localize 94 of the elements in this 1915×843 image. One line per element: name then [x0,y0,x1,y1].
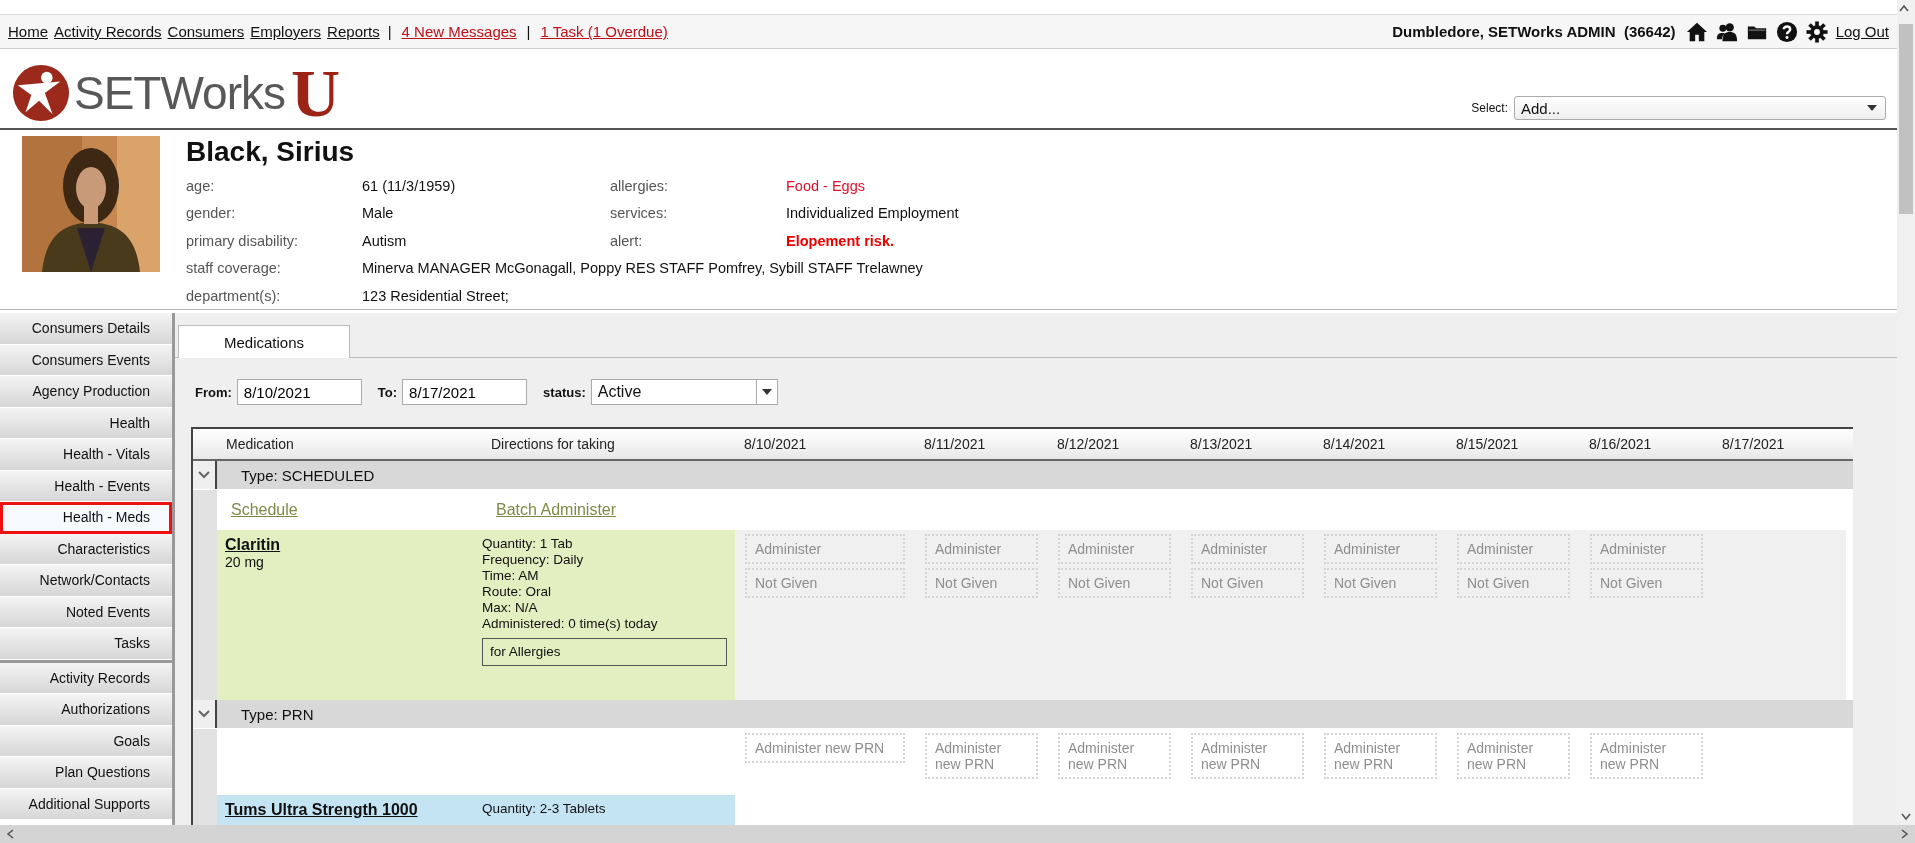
nav-link[interactable]: Employers [250,23,322,40]
direction-text: Frequency: Daily [482,552,585,568]
field-label: alert: [610,232,644,249]
user-name: Dumbledore, SETWorks ADMIN (36642) [1392,23,1676,40]
scroll-thumb[interactable] [1899,24,1913,214]
alert-link[interactable]: 4 New Messages [401,23,517,40]
direction-text: Max: N/A [482,600,539,616]
field-value: 61 (11/3/1959) [362,177,457,194]
field-value: Male [362,205,395,222]
sidebar-item[interactable]: Consumers Events [0,344,172,376]
column-header: 8/15/2021 [1455,436,1520,452]
group-title: Type: SCHEDULED [240,466,376,484]
column-header: 8/17/2021 [1721,436,1786,452]
field-label: staff coverage: [186,260,282,277]
column-header: 8/13/2021 [1189,436,1254,452]
caret-icon [761,389,772,395]
chevron-down-icon [198,471,210,479]
alert-link[interactable]: 1 Task (1 Overdue) [540,23,668,40]
filter-label: To: [377,384,398,400]
sidebar-item[interactable]: Additional Supports [0,788,172,820]
nav-separator: | [526,23,531,40]
sidebar-item[interactable]: Authorizations [0,694,172,726]
nav-separator: | [387,23,392,40]
nav-link[interactable]: Home [8,23,48,40]
column-header: Directions for taking [490,436,616,452]
link[interactable]: Schedule [217,501,482,519]
group-title: Type: PRN [240,705,315,723]
sidebar-item[interactable]: Consumers Details [0,313,172,345]
sidebar-item[interactable]: Goals [0,725,172,757]
column-header: 8/12/2021 [1056,436,1121,452]
direction-text: Time: AM [482,568,540,584]
direction-text: Administered: 0 time(s) today [482,616,659,632]
field-value: Autism [362,232,408,249]
sidebar-item[interactable]: Noted Events [0,596,172,628]
column-header: 8/10/2021 [743,436,808,452]
sidebar-item[interactable]: Tasks [0,628,172,660]
home-icon[interactable] [1685,20,1708,43]
consumer-name: Black, Sirius [186,136,356,168]
group-toggle[interactable] [193,461,217,489]
select-label: Select: [1471,101,1508,115]
medication-name[interactable]: Tums Ultra Strength 1000 [225,801,418,819]
tab[interactable]: Medications [178,325,350,358]
vertical-scrollbar[interactable] [1897,0,1915,825]
column-header: 8/14/2021 [1322,436,1387,452]
group-toggle[interactable] [193,700,217,728]
field-value: Food - Eggs [786,177,866,194]
medication-name[interactable]: Claritin [225,536,281,554]
sidebar-item[interactable]: Network/Contacts [0,565,172,597]
filter-label: From: [195,384,232,400]
help-icon[interactable] [1775,20,1798,43]
column-header: Medication [225,436,295,452]
direction-text: Quantity: 2-3 Tablets [482,801,607,817]
status-dropdown[interactable]: Active [590,379,778,405]
date-field[interactable]: 8/10/2021 [236,379,362,405]
logout-link[interactable]: Log Out [1835,23,1889,40]
logo-letter: U [290,63,341,123]
sidebar-item[interactable]: Health - Events [0,470,172,502]
field-value: Minerva MANAGER McGonagall, Poppy RES STAFF Pomfrey, Sybill STAFF Trelawney [362,260,924,277]
field-label: gender: [186,205,237,222]
field-label: age: [186,177,216,194]
field-value: Individualized Employment [786,205,959,222]
filter-label: status: [543,384,586,400]
logo-text: SETWorks [74,66,285,120]
field-label: services: [610,205,669,222]
note-box: for Allergies [482,638,727,666]
field-label: primary disability: [186,232,299,249]
field-label: allergies: [610,177,670,194]
users-icon[interactable] [1715,20,1738,43]
column-header: 8/11/2021 [923,436,987,452]
column-header: 8/16/2021 [1588,436,1653,452]
sidebar-item[interactable]: Agency Production [0,376,172,408]
chevron-down-icon [198,710,210,718]
sidebar-item[interactable]: Health - Meds [0,502,172,534]
sidebar-item[interactable]: Health [0,407,172,439]
sidebar-item[interactable]: Health - Vitals [0,439,172,471]
nav-link[interactable]: Reports [327,23,380,40]
field-value: Elopement risk. [786,232,895,249]
sidebar-item[interactable]: Characteristics [0,533,172,565]
direction-text: Quantity: 1 Tab [482,536,574,552]
horizontal-scrollbar[interactable] [0,825,1915,843]
add-select-dropdown[interactable]: Add... [1514,96,1886,120]
nav-link[interactable]: Consumers [167,23,245,40]
settings-icon[interactable] [1805,20,1828,43]
medication-dose: 20 mg [225,554,265,570]
caret-icon [1867,105,1877,111]
field-label: department(s): [186,287,282,304]
direction-text: Route: Oral [482,584,553,600]
link[interactable]: Batch Administer [482,501,735,519]
field-value: 123 Residential Street; [362,287,510,304]
sidebar-item[interactable]: Activity Records [0,662,172,694]
logo-icon [12,64,70,122]
sidebar-item[interactable]: Plan Questions [0,757,172,789]
nav-link[interactable]: Activity Records [54,23,162,40]
date-field[interactable]: 8/17/2021 [402,379,528,405]
